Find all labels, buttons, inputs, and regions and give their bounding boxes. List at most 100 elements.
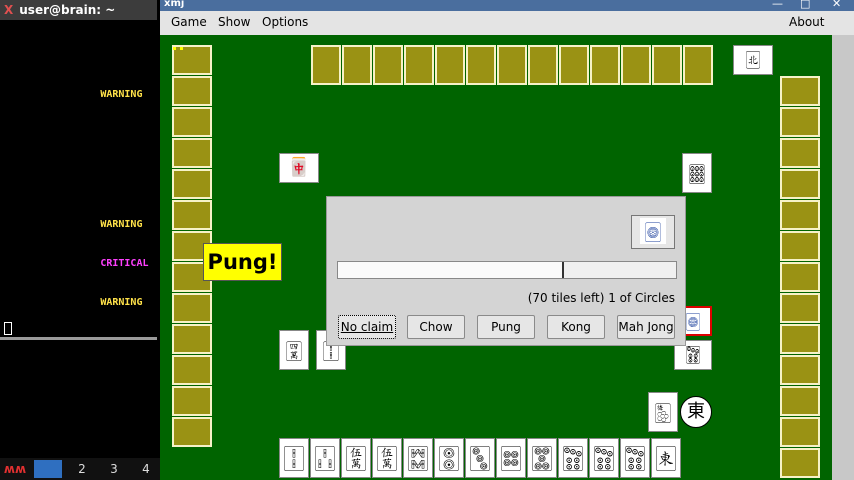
tile-back bbox=[172, 355, 212, 385]
tile-back bbox=[683, 45, 713, 85]
tile-back bbox=[172, 169, 212, 199]
chow-button[interactable]: Chow bbox=[407, 315, 465, 339]
tile-back bbox=[780, 355, 820, 385]
claim-dialog: 🀙 (70 tiles left) 1 of Circles No claim … bbox=[326, 196, 686, 346]
kong-button[interactable]: Kong bbox=[547, 315, 605, 339]
tile-back bbox=[590, 45, 620, 85]
menu-bar: Game Show Options About bbox=[160, 11, 854, 35]
prevailing-wind-indicator: 東 bbox=[680, 396, 712, 428]
hand-tile[interactable]: 🀜 bbox=[496, 438, 526, 478]
terminal-line: user@brain:~$ xmj bbox=[4, 63, 107, 74]
workspace-4[interactable]: 4 bbox=[132, 460, 160, 478]
flower-tile: 🀃 bbox=[733, 45, 773, 75]
tile-back bbox=[780, 138, 820, 168]
tile-back bbox=[780, 448, 820, 478]
terminal-line: K_IS_WIDGET (widget)' fai bbox=[4, 271, 155, 282]
terminal-line: couldn't set up listening bbox=[4, 128, 155, 139]
discard-tile-button[interactable]: 🀙 bbox=[631, 215, 675, 249]
hand-tile[interactable]: 🀚 bbox=[434, 438, 464, 478]
hand-tile[interactable]: 🀋 bbox=[341, 438, 371, 478]
flower-tile: 🀢 bbox=[648, 392, 678, 432]
menu-options[interactable]: Options bbox=[262, 15, 308, 29]
mah-jong-button[interactable]: Mah Jong bbox=[617, 315, 675, 339]
tile-back bbox=[172, 324, 212, 354]
window-title: xmj bbox=[164, 0, 185, 9]
terminal-line: (xmj:1677): Gtk-WARNING ** bbox=[4, 219, 161, 230]
terminal-title-bar[interactable]: X user@brain: ~ bbox=[0, 0, 157, 20]
hand-tile[interactable]: 🀗 bbox=[403, 438, 433, 478]
terminal-line: user@brain:~$ bbox=[4, 154, 83, 165]
hand-tile[interactable]: 🀑 bbox=[279, 438, 309, 478]
workspace-2[interactable]: 2 bbox=[68, 460, 96, 478]
terminal-title: user@brain: ~ bbox=[19, 3, 116, 17]
tile-back bbox=[172, 138, 212, 168]
terminal-line: ^C bbox=[4, 50, 17, 61]
terminal-line: user@brain:~$ bbox=[4, 167, 83, 178]
hand-tile[interactable]: 🀟 bbox=[620, 438, 650, 478]
tile-back bbox=[528, 45, 558, 85]
tile-back bbox=[172, 76, 212, 106]
tile-back bbox=[497, 45, 527, 85]
workspace-1[interactable] bbox=[34, 460, 62, 478]
menu-show[interactable]: Show bbox=[218, 15, 250, 29]
workspace-3[interactable]: 3 bbox=[100, 460, 128, 478]
tile-back bbox=[780, 293, 820, 323]
pung-button[interactable]: Pung bbox=[477, 315, 535, 339]
tile-back bbox=[780, 107, 820, 137]
no-claim-button[interactable]: No claim bbox=[338, 315, 396, 339]
progress-bar bbox=[337, 261, 677, 279]
circle-tile-icon: 🀙 bbox=[640, 218, 666, 244]
tile-back bbox=[780, 169, 820, 199]
terminal-output: ^C user@brain:~$ mj-player ^C user@brain:~$… bbox=[4, 23, 164, 335]
pung-announcement: Pung! bbox=[203, 243, 282, 281]
progress-fill bbox=[338, 262, 565, 278]
tile-back bbox=[780, 231, 820, 261]
hand-tile[interactable]: 🀀 bbox=[651, 438, 681, 478]
tile-back bbox=[466, 45, 496, 85]
hand-tile[interactable]: 🀟 bbox=[558, 438, 588, 478]
tile-back bbox=[172, 107, 212, 137]
tiles-left-status: (70 tiles left) 1 of Circles bbox=[527, 291, 675, 305]
terminal-line: ith non-zero page size is bbox=[4, 232, 155, 243]
close-icon[interactable]: ✕ bbox=[832, 0, 841, 10]
tile-back bbox=[172, 293, 212, 323]
terminal-line: user@brain:~$ bbox=[4, 180, 83, 191]
terminal-line: user@brain:~$ mj-player bbox=[4, 37, 143, 48]
tile-back bbox=[780, 76, 820, 106]
terminal-line: ^C bbox=[4, 141, 17, 152]
hand-tile[interactable]: 🀟 bbox=[589, 438, 619, 478]
terminal-line: user@brain:~$ xmj bbox=[4, 193, 107, 204]
hand-tile[interactable]: 🀝 bbox=[527, 438, 557, 478]
tile-back bbox=[342, 45, 372, 85]
terminal-scrollbar[interactable] bbox=[0, 337, 157, 340]
maximize-icon[interactable]: □ bbox=[800, 0, 810, 10]
tile-back bbox=[311, 45, 341, 85]
x-logo-icon: X bbox=[4, 3, 14, 17]
menu-logo-icon[interactable]: ʍʍ bbox=[2, 460, 28, 478]
tile-back bbox=[172, 386, 212, 416]
tile-back bbox=[559, 45, 589, 85]
flower-tile: 🀡 bbox=[682, 153, 712, 193]
terminal-line: ^C bbox=[4, 24, 17, 35]
tile-back bbox=[373, 45, 403, 85]
terminal-line: (xmj:1677): Gtk-WARNING ** bbox=[4, 297, 161, 308]
menu-game[interactable]: Game bbox=[171, 15, 207, 29]
exposed-tile: 🀊 bbox=[279, 330, 309, 370]
minimize-icon[interactable]: — bbox=[772, 0, 783, 10]
terminal-line: (xmj:1677): Gtk-CRITICAL * bbox=[4, 258, 161, 269]
tile-back bbox=[780, 324, 820, 354]
terminal-line: ith non-zero page size is bbox=[4, 102, 155, 113]
terminal-line: bind failed: Address alrea bbox=[4, 115, 161, 126]
hand-tile[interactable]: 🀛 bbox=[465, 438, 495, 478]
tile-back bbox=[780, 417, 820, 447]
hand-tile[interactable]: 🀋 bbox=[372, 438, 402, 478]
window-title-bar[interactable]: xmj — □ ✕ bbox=[160, 0, 854, 11]
hand-tile[interactable]: 🀒 bbox=[310, 438, 340, 478]
menu-about[interactable]: About bbox=[789, 15, 824, 29]
tile-back bbox=[172, 417, 212, 447]
window-scrollbar[interactable] bbox=[832, 35, 854, 480]
tile-back bbox=[435, 45, 465, 85]
